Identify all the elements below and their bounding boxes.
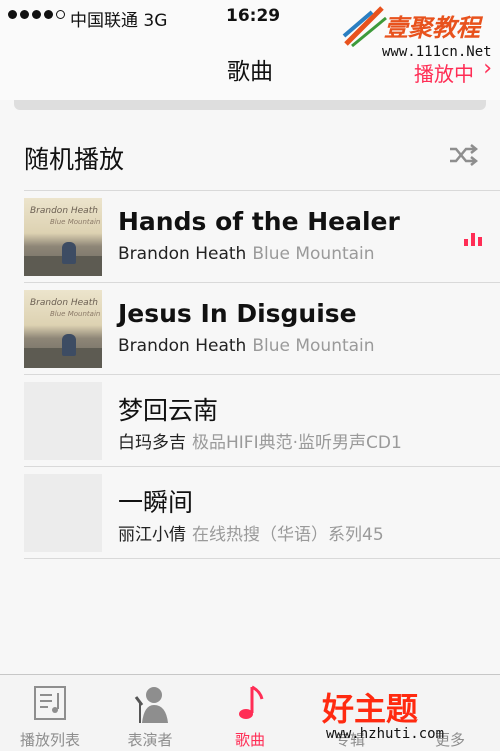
- song-album: Blue Mountain: [252, 244, 375, 264]
- artist-icon: [134, 687, 168, 723]
- song-artist: 丽江小倩: [118, 525, 186, 545]
- now-playing-bars-icon: [464, 233, 482, 246]
- song-title: Jesus In Disguise: [118, 299, 357, 328]
- song-meta: Brandon Heath Blue Mountain: [118, 336, 375, 356]
- tab-artists[interactable]: 表演者: [100, 675, 200, 751]
- album-art: Brandon Heath Blue Mountain: [24, 198, 102, 276]
- album-art-placeholder: [24, 474, 102, 552]
- music-note-icon: [239, 685, 264, 719]
- shuffle-icon[interactable]: [448, 144, 478, 166]
- song-artist: Brandon Heath: [118, 336, 247, 356]
- tab-label: 表演者: [127, 731, 173, 749]
- song-title: Hands of the Healer: [118, 207, 400, 236]
- logo-swoosh-icon: [342, 6, 387, 48]
- song-artist: 白玛多吉: [118, 433, 186, 453]
- carrier-label: 中国联通 3G: [70, 11, 168, 31]
- watermark-text: 好主题: [322, 690, 419, 728]
- watermark-url: www.hzhuti.com: [326, 726, 445, 742]
- shuffle-row[interactable]: 随机播放: [24, 136, 500, 191]
- song-album: 极品HIFI典范·监听男声CD1: [192, 433, 402, 453]
- playlist-icon: [34, 686, 66, 720]
- watermark: 好主题 www.hzhuti.com: [318, 684, 500, 750]
- album-art-artist: Brandon Heath: [30, 206, 98, 216]
- song-title: 一瞬间: [118, 488, 194, 517]
- album-art-title: Blue Mountain: [50, 310, 101, 318]
- song-meta: 丽江小倩 在线热搜（华语）系列45: [118, 520, 384, 545]
- song-album: Blue Mountain: [252, 336, 375, 356]
- header-separator: [14, 100, 486, 110]
- tab-songs[interactable]: 歌曲: [200, 675, 300, 751]
- song-title: 梦回云南: [118, 396, 219, 425]
- tab-label: 歌曲: [234, 731, 265, 749]
- signal-strength-icon: [8, 10, 65, 19]
- album-art-artist: Brandon Heath: [30, 298, 98, 308]
- song-row[interactable]: Brandon Heath Blue Mountain Hands of the…: [24, 191, 500, 283]
- song-row[interactable]: Brandon Heath Blue Mountain Jesus In Dis…: [24, 283, 500, 375]
- song-row[interactable]: 梦回云南 白玛多吉 极品HIFI典范·监听男声CD1: [24, 375, 500, 467]
- song-row[interactable]: 一瞬间 丽江小倩 在线热搜（华语）系列45: [24, 467, 500, 559]
- shuffle-label: 随机播放: [24, 145, 125, 174]
- song-meta: 白玛多吉 极品HIFI典范·监听男声CD1: [118, 428, 402, 453]
- album-art: Brandon Heath Blue Mountain: [24, 290, 102, 368]
- album-art-title: Blue Mountain: [50, 218, 101, 226]
- song-meta: Brandon Heath Blue Mountain: [118, 244, 375, 264]
- logo-url: www.111cn.Net: [382, 44, 492, 60]
- song-artist: Brandon Heath: [118, 244, 247, 264]
- status-time: 16:29: [226, 6, 281, 26]
- album-art-placeholder: [24, 382, 102, 460]
- song-album: 在线热搜（华语）系列45: [192, 525, 384, 545]
- logo-text: 壹聚教程: [384, 14, 480, 42]
- site-logo: 壹聚教程 www.111cn.Net: [340, 0, 500, 72]
- tab-playlists[interactable]: 播放列表: [0, 675, 100, 751]
- tab-label: 播放列表: [19, 731, 80, 749]
